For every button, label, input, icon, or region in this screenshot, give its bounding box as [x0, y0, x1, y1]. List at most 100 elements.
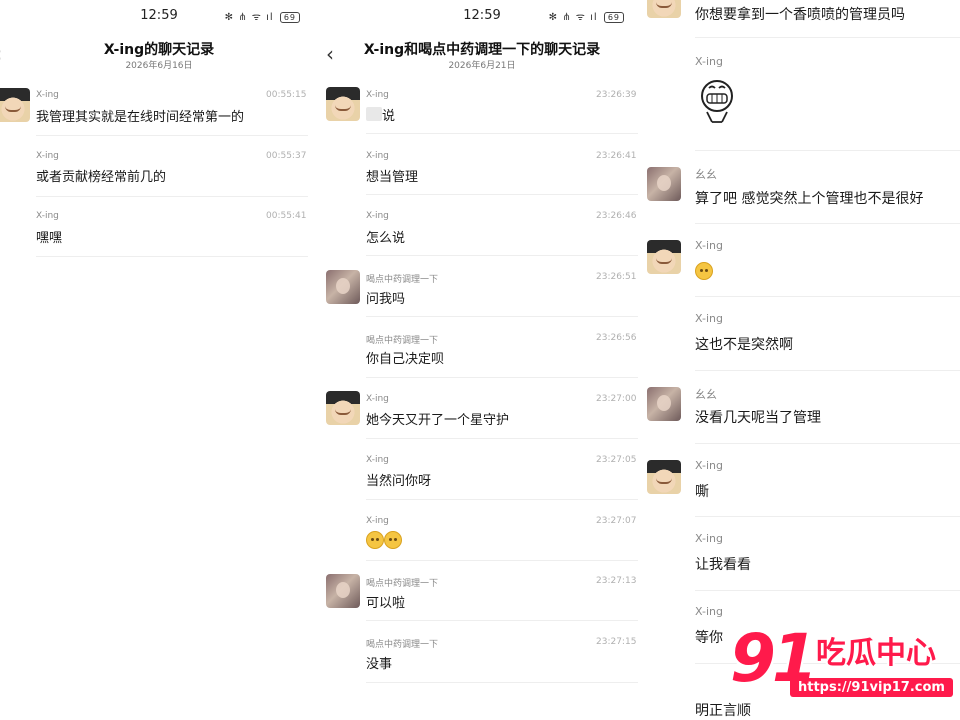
divider	[366, 499, 638, 500]
signal-icons: ✻ ⋔ ᯤ ıl	[548, 12, 598, 23]
avatar[interactable]	[326, 391, 360, 425]
message-sender: X-ing	[695, 605, 723, 618]
chat-history-panel-1: 12:59 ✻ ⋔ ᯤ ıl 69 ‹ X-ing的聊天记录 2026年6月16…	[0, 0, 318, 720]
message-time: 23:27:00	[596, 394, 637, 404]
message-sender: X-ing	[366, 211, 389, 221]
message-time: 23:26:39	[596, 90, 637, 100]
chat-date: 2026年6月16日	[125, 61, 193, 71]
chat-history-panel-2: 12:59 ✻ ⋔ ᯤ ıl 69 ‹ X-ing和喝点中药调理一下的聊天记录 …	[322, 0, 642, 720]
message-text[interactable]: 没事	[366, 653, 392, 672]
chat-title: X-ing和喝点中药调理一下的聊天记录	[363, 42, 601, 58]
message-time: 23:27:15	[596, 637, 637, 647]
divider	[36, 135, 308, 136]
chat-header: ‹ X-ing的聊天记录 2026年6月16日	[0, 36, 318, 76]
message-text[interactable]: 或者贡献榜经常前几的	[36, 166, 166, 185]
message-sender: X-ing	[695, 239, 723, 252]
signal-icons: ✻ ⋔ ᯤ ıl	[224, 12, 274, 23]
avatar[interactable]	[326, 87, 360, 121]
divider	[366, 316, 638, 317]
thinking-emoji-icon	[695, 262, 713, 280]
message-text[interactable]: 问我吗	[366, 288, 405, 307]
avatar[interactable]	[647, 0, 681, 18]
message-sender: 幺幺	[695, 168, 717, 181]
divider	[366, 255, 638, 256]
message-time: 00:55:37	[266, 151, 307, 161]
battery-icon: 69	[279, 12, 300, 23]
message-time: 23:26:56	[596, 333, 637, 343]
divider	[695, 150, 960, 151]
divider	[695, 370, 960, 371]
message-text[interactable]: 等你	[695, 627, 723, 647]
watermark-url[interactable]: https://91vip17.com	[790, 678, 953, 697]
message-sender: X-ing	[695, 312, 723, 325]
divider	[366, 682, 638, 683]
message-sender: X-ing	[36, 151, 59, 161]
message-time: 00:55:41	[266, 211, 307, 221]
message-text[interactable]: 嘿嘿	[36, 227, 62, 246]
avatar[interactable]	[0, 88, 30, 122]
avatar[interactable]	[647, 387, 681, 421]
message-sender: 幺幺	[695, 388, 717, 401]
divider	[366, 377, 638, 378]
message-sender: X-ing	[36, 211, 59, 221]
divider	[366, 560, 638, 561]
message-sender: 喝点中药调理一下	[366, 640, 439, 650]
message-text[interactable]: 让我看看	[695, 554, 751, 574]
message-sender: X-ing	[695, 459, 723, 472]
message-text[interactable]: 说	[382, 105, 395, 124]
avatar[interactable]	[647, 460, 681, 494]
message-sender: X-ing	[366, 394, 389, 404]
emoji-icon	[366, 531, 384, 549]
divider	[695, 590, 960, 591]
status-icons: ✻ ⋔ ᯤ ıl 69	[225, 9, 300, 23]
divider	[36, 256, 308, 257]
message-time: 23:26:41	[596, 151, 637, 161]
message-text[interactable]: 她今天又开了一个星守护	[366, 409, 509, 428]
message-text[interactable]: 我管理其实就是在线时间经常第一的	[36, 106, 244, 125]
message-sender: X-ing	[366, 516, 389, 526]
watermark-name: 吃瓜中心	[816, 636, 936, 671]
message-time: 23:26:51	[596, 272, 637, 282]
chat-date: 2026年6月21日	[448, 61, 516, 71]
message-sender: 喝点中药调理一下	[366, 275, 439, 285]
divider	[695, 223, 960, 224]
avatar[interactable]	[647, 167, 681, 201]
divider	[695, 443, 960, 444]
watermark-logo: 91 吃瓜中心 https://91vip17.com	[724, 618, 960, 720]
divider	[366, 194, 638, 195]
status-bar: 12:59 ✻ ⋔ ᯤ ıl 69	[322, 8, 642, 26]
message-text[interactable]: 算了吧 感觉突然上个管理也不是很好	[695, 188, 923, 208]
grinning-sticker-icon	[701, 80, 733, 123]
message-sender: X-ing	[366, 151, 389, 161]
divider	[695, 296, 960, 297]
message-time: 00:55:15	[266, 90, 307, 100]
message-text[interactable]: 没看几天呢当了管理	[695, 407, 821, 427]
message-text[interactable]: 你想要拿到一个香喷喷的管理员吗	[695, 4, 905, 24]
message-time: 23:27:07	[596, 516, 637, 526]
redacted-text	[366, 107, 382, 121]
divider	[695, 516, 960, 517]
message-text[interactable]: 当然问你呀	[366, 470, 431, 489]
message-time: 23:27:13	[596, 576, 637, 586]
chat-header: ‹ X-ing和喝点中药调理一下的聊天记录 2026年6月21日	[322, 36, 642, 76]
message-text[interactable]: 你自己决定呗	[366, 348, 444, 367]
message-text[interactable]: 怎么说	[366, 227, 405, 246]
message-sender: X-ing	[366, 455, 389, 465]
message-sender: 喝点中药调理一下	[366, 336, 439, 346]
message-sender: 喝点中药调理一下	[366, 579, 439, 589]
avatar[interactable]	[647, 240, 681, 274]
divider	[695, 37, 960, 38]
status-icons: ✻ ⋔ ᯤ ıl 69	[549, 9, 624, 23]
divider	[36, 196, 308, 197]
message-text[interactable]: 可以啦	[366, 592, 405, 611]
avatar[interactable]	[326, 270, 360, 304]
message-text[interactable]: 嘶	[695, 481, 709, 501]
message-sender: X-ing	[695, 532, 723, 545]
message-text[interactable]: 想当管理	[366, 166, 418, 185]
divider	[366, 620, 638, 621]
message-text[interactable]: 这也不是突然啊	[695, 334, 793, 354]
status-bar: 12:59 ✻ ⋔ ᯤ ıl 69	[0, 8, 318, 26]
message-time: 23:27:05	[596, 455, 637, 465]
avatar[interactable]	[326, 574, 360, 608]
message-sender: X-ing	[36, 90, 59, 100]
